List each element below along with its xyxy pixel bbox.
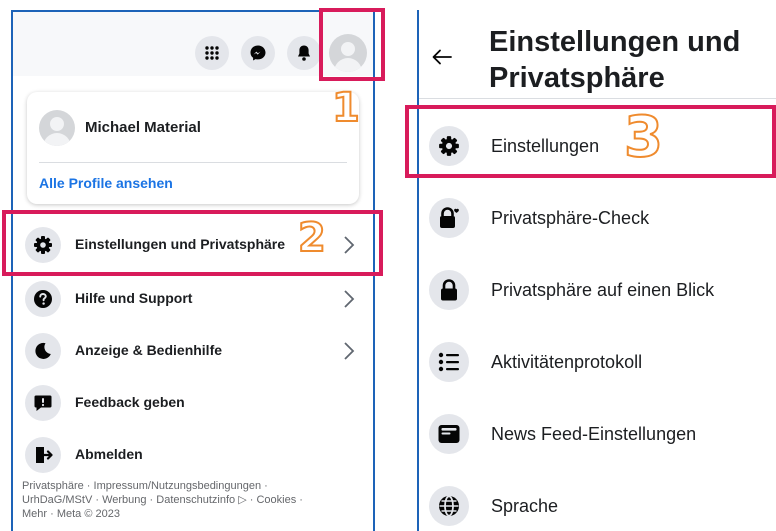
settings-item-language[interactable]: Sprache: [419, 471, 776, 531]
footer-line[interactable]: Mehr · Meta © 2023: [22, 507, 372, 521]
see-all-profiles-link[interactable]: Alle Profile ansehen: [39, 175, 173, 191]
step-number-2: 2: [297, 215, 327, 261]
menu-item-label: Feedback geben: [75, 394, 185, 410]
divider: [39, 162, 347, 163]
avatar-head: [50, 117, 64, 131]
grid-icon[interactable]: [195, 36, 229, 70]
step-number-3: 3: [623, 105, 664, 170]
menu-item-logout[interactable]: Abmelden: [13, 430, 373, 480]
list-icon: [429, 342, 469, 382]
settings-item-label: Privatsphäre auf einen Blick: [491, 280, 715, 300]
chevron-right-icon: [344, 290, 355, 308]
bell-icon[interactable]: [287, 36, 321, 70]
page-title: Einstellungen und Privatsphäre: [489, 26, 741, 94]
footer-links[interactable]: Privatsphäre · Impressum/Nutzungsbedingu…: [22, 479, 372, 521]
globe-icon: [429, 486, 469, 526]
feed-icon: [429, 414, 469, 454]
chevron-right-icon: [344, 342, 355, 360]
menu-item-label: Anzeige & Bedienhilfe: [75, 342, 223, 358]
back-arrow-icon[interactable]: [431, 48, 453, 66]
divider: [419, 98, 776, 99]
settings-item-news-feed[interactable]: News Feed-Einstellungen: [419, 399, 776, 469]
moon-icon: [25, 333, 61, 369]
logout-icon: [25, 437, 61, 473]
menu-item-label: Abmelden: [75, 446, 143, 462]
highlight-box-profile: [319, 8, 385, 81]
settings-privacy-panel: Einstellungen und Privatsphäre Einstellu…: [417, 10, 776, 531]
settings-item-label: Privatsphäre-Check: [491, 208, 650, 228]
question-icon: [25, 281, 61, 317]
menu-item-give-feedback[interactable]: Feedback geben: [13, 378, 373, 428]
messenger-icon[interactable]: [241, 36, 275, 70]
settings-item-label: Aktivitätenprotokoll: [491, 352, 643, 372]
footer-line[interactable]: UrhDaG/MStV · Werbung · Datenschutzinfo …: [22, 493, 372, 507]
profile-name[interactable]: Michael Material: [85, 119, 201, 136]
highlight-box-settings-privacy: [2, 210, 383, 276]
settings-item-label: Sprache: [491, 496, 559, 516]
lock-icon: [429, 270, 469, 310]
menu-item-label: Hilfe und Support: [75, 290, 193, 306]
settings-item-activity-log[interactable]: Aktivitätenprotokoll: [419, 327, 776, 397]
profile-card: Michael Material Alle Profile ansehen: [27, 92, 359, 204]
settings-item-label: News Feed-Einstellungen: [491, 424, 697, 444]
settings-item-privacy-overview[interactable]: Privatsphäre auf einen Blick: [419, 255, 776, 325]
highlight-box-settings: [405, 105, 776, 178]
menu-item-display-accessibility[interactable]: Anzeige & Bedienhilfe: [13, 326, 373, 376]
avatar-body: [43, 133, 71, 146]
step-number-1: 1: [331, 85, 361, 131]
menu-item-help-support[interactable]: Hilfe und Support: [13, 274, 373, 324]
footer-line[interactable]: Privatsphäre · Impressum/Nutzungsbedingu…: [22, 479, 372, 493]
lock-heart-icon: [429, 198, 469, 238]
settings-item-privacy-check[interactable]: Privatsphäre-Check: [419, 183, 776, 253]
feedback-icon: [25, 385, 61, 421]
profile-avatar[interactable]: [39, 110, 75, 146]
